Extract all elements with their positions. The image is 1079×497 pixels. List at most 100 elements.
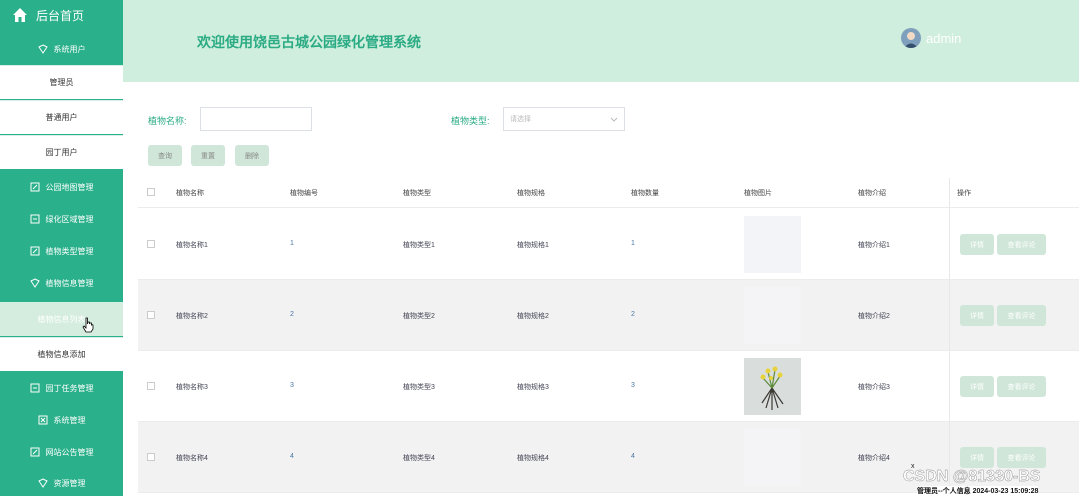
sidebar-group-label: 植物信息管理 [45,278,94,288]
sidebar-item-admin[interactable]: 管理员 [0,65,123,99]
select-all-checkbox[interactable] [147,188,155,196]
plant-type-select[interactable]: 请选择 [503,107,625,131]
column-header: 植物介绍 [858,190,886,197]
sidebar-item-label: 普通用户 [45,113,78,122]
operation-column-divider [949,178,950,496]
delete-button[interactable]: 删除 [235,145,269,166]
sidebar-group-plant-type[interactable]: 植物类型管理 [0,236,123,266]
plant-intro-cell: 植物介绍1 [858,242,890,249]
plant-image [744,429,801,486]
row-checkbox[interactable] [147,453,155,461]
sidebar-group-label: 园丁任务管理 [45,383,94,393]
plant-code-cell: 2 [290,311,294,318]
column-header: 植物编号 [290,190,318,197]
table-row: 植物名称1 1 植物类型1 植物规格1 1 植物介绍1 详情 查看评论 [138,209,1079,280]
column-header: 操作 [957,190,971,197]
shield-icon [37,44,48,54]
detail-button[interactable]: 详情 [960,447,994,468]
sidebar-item-label: 植物信息列表 [37,315,86,324]
reset-button[interactable]: 重置 [191,145,225,166]
edit-icon [30,182,39,192]
sidebar-item-label: 植物信息添加 [37,350,86,359]
plant-intro-cell: 植物介绍2 [858,313,890,320]
view-review-button[interactable]: 查看评论 [997,234,1046,255]
sidebar-group-label: 网站公告管理 [45,447,94,457]
sidebar-group-label: 系统管理 [53,415,86,425]
plant-image [744,216,801,273]
column-header: 植物数量 [631,190,659,197]
table-row: 植物名称3 3 植物类型3 植物规格3 3 植物介绍3 详情 查看评论 [138,351,1079,422]
plant-image [744,358,801,415]
column-header: 植物规格 [517,190,545,197]
plant-type-cell: 植物类型1 [403,242,435,249]
view-review-button[interactable]: 查看评论 [997,376,1046,397]
row-checkbox[interactable] [147,382,155,390]
plant-spec-cell: 植物规格1 [517,242,549,249]
plant-name-cell: 植物名称2 [176,313,208,320]
grid-icon [38,415,47,425]
view-review-button[interactable]: 查看评论 [997,305,1046,326]
plant-name-input[interactable] [200,107,312,131]
avatar[interactable] [901,28,921,48]
plant-name-cell: 植物名称3 [176,384,208,391]
query-button[interactable]: 查询 [148,145,182,166]
plant-intro-cell: 植物介绍4 [858,455,890,462]
plant-type-cell: 植物类型2 [403,313,435,320]
plant-intro-cell: 植物介绍3 [858,384,890,391]
plant-name-cell: 植物名称4 [176,455,208,462]
view-review-button[interactable]: 查看评论 [997,447,1046,468]
sidebar-group-notice[interactable]: 网站公告管理 [0,437,123,467]
sidebar-group-resource[interactable]: 资源管理 [0,469,123,497]
plant-code-cell: 3 [290,382,294,389]
sidebar-group-label: 植物类型管理 [45,246,94,256]
watermark: CSDN @81330-BS [903,468,1041,485]
sidebar-group-users[interactable]: 系统用户 [0,36,123,62]
plant-qty-cell: 2 [631,311,635,318]
plant-name-cell: 植物名称1 [176,242,208,249]
sidebar-item-plant-add[interactable]: 植物信息添加 [0,337,123,371]
sidebar-group-label: 资源管理 [53,478,86,488]
sidebar-home-label: 后台首页 [36,8,85,23]
sidebar-home[interactable]: 后台首页 [0,0,123,30]
sidebar-group-system[interactable]: 系统管理 [0,405,123,435]
plant-type-label: 植物类型: [451,116,490,126]
detail-button[interactable]: 详情 [960,376,994,397]
grid-icon [30,383,39,393]
grid-icon [30,214,39,224]
sidebar-group-green-area[interactable]: 绿化区域管理 [0,204,123,234]
plant-code-cell: 4 [290,453,294,460]
plant-image [744,287,801,344]
row-checkbox[interactable] [147,240,155,248]
sidebar-item-gardener[interactable]: 园丁用户 [0,135,123,169]
sidebar-group-plant-info[interactable]: 植物信息管理 [0,268,123,298]
detail-button[interactable]: 详情 [960,305,994,326]
edit-icon [30,447,39,457]
top-header: 欢迎使用饶邑古城公园绿化管理系统 admin [123,0,1079,82]
sidebar-group-gardener-task[interactable]: 园丁任务管理 [0,373,123,403]
sidebar-group-park-map[interactable]: 公园地图管理 [0,172,123,202]
sidebar-item-label: 园丁用户 [45,148,78,157]
detail-button[interactable]: 详情 [960,234,994,255]
plant-spec-cell: 植物规格4 [517,455,549,462]
row-checkbox[interactable] [147,311,155,319]
plant-type-placeholder: 请选择 [510,116,531,123]
home-icon [13,8,27,22]
plant-qty-cell: 1 [631,240,635,247]
column-header: 植物名称 [176,190,204,197]
page-title: 欢迎使用饶邑古城公园绿化管理系统 [197,34,421,50]
plant-spec-cell: 植物规格3 [517,384,549,391]
username[interactable]: admin [926,31,961,46]
sidebar-item-plant-list[interactable]: 植物信息列表 [0,302,123,336]
column-header: 植物图片 [744,190,772,197]
table-row: 植物名称2 2 植物类型2 植物规格2 2 植物介绍2 详情 查看评论 [138,280,1079,351]
plant-qty-cell: 3 [631,382,635,389]
chevron-down-icon [610,117,618,122]
shield-icon [37,478,48,488]
sidebar-item-normal-user[interactable]: 普通用户 [0,100,123,134]
shield-icon [29,278,40,288]
sidebar-item-label: 管理员 [49,78,74,87]
edit-icon [30,246,39,256]
plant-type-cell: 植物类型3 [403,384,435,391]
table-header: 植物名称 植物编号 植物类型 植物规格 植物数量 植物图片 植物介绍 操作 [138,178,1079,208]
sidebar-group-label: 绿化区域管理 [45,214,94,224]
